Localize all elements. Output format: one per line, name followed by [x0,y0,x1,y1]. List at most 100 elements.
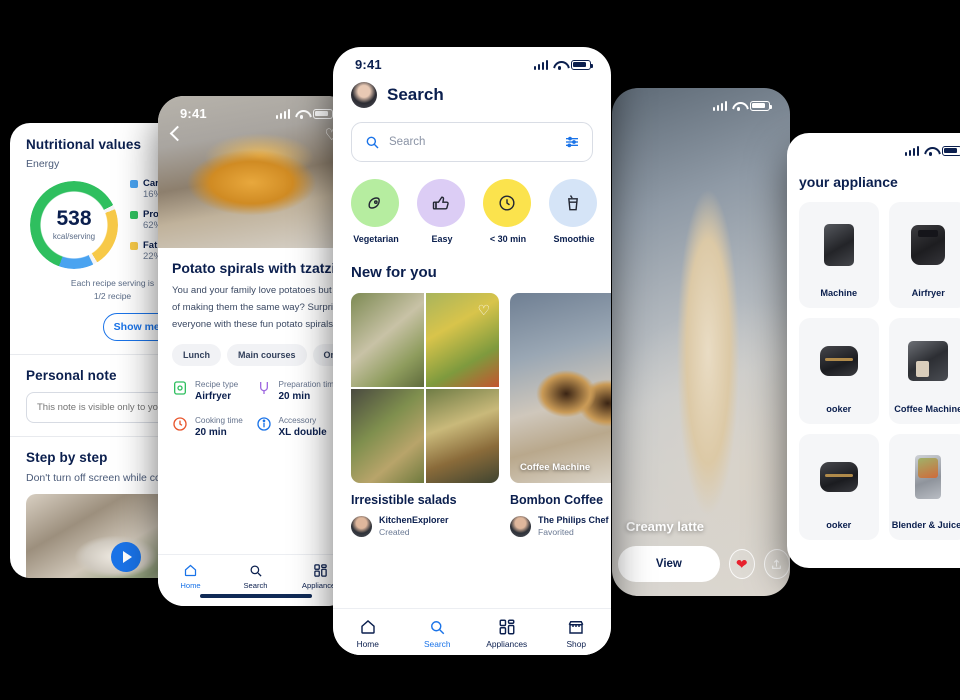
status-bar: 9:41 [787,133,960,160]
appliance-card[interactable]: ooker [799,318,879,424]
card-title: Bombon Coffee [510,493,604,507]
battery-icon [942,145,960,156]
tab-appliances[interactable]: Appliances [472,618,542,649]
tab-search[interactable]: Search [223,563,288,590]
meta-label: Accessory [278,416,317,426]
latte-caption: Creamy latte [626,519,705,534]
appliance-image [799,318,879,404]
cellular-icon [904,145,919,156]
appliance-card[interactable]: Airfryer [888,202,960,308]
category-vegetarian[interactable]: Vegetarian [351,179,401,244]
appliance-card[interactable]: ooker [799,434,879,540]
search-bar[interactable] [351,122,593,162]
panel-appliances: 9:41 your appliance Machine Airfryer ook… [787,133,960,568]
status-icons [904,145,960,156]
avatar [510,515,531,537]
category-label: Vegetarian [353,234,399,244]
battery-icon [313,108,335,119]
appliance-image [799,202,879,288]
tab-label: Home [356,639,379,649]
card-title: Irresistible salads [351,493,457,507]
tab-home[interactable]: Home [158,563,223,590]
recipe-card-salads[interactable]: ♡ Irresistible salads KitchenExplorer Cr… [351,293,499,537]
favorite-button[interactable]: ❤ [728,549,755,579]
category-label: Smoothie [553,234,595,244]
cellular-icon [533,59,548,70]
appliance-card[interactable]: Coffee Machine [888,318,960,424]
bottom-nav: Home Search Appliances Shop [333,608,611,655]
category-under-30-min[interactable]: < 30 min [483,179,533,244]
leaf-icon [368,197,380,209]
card-caption: Coffee Machine [520,462,591,473]
recipe-card-bombon-coffee[interactable]: Coffee Machine Bombon Coffee The Philips… [510,293,611,537]
status-bar: 9:41 [158,96,353,123]
status-bar: 9:41 [612,88,790,115]
meta-label: Preparation time [278,380,339,390]
share-icon [772,558,782,569]
battery-icon [571,59,593,70]
category-label: < 30 min [489,234,527,244]
category-circle [417,179,465,227]
category-circle [483,179,531,227]
back-icon[interactable] [169,125,186,142]
card-author: The Philips Chef Favorited [510,515,611,537]
share-button[interactable] [763,549,790,579]
tab-label: Shop [566,639,587,649]
wifi-icon [924,146,937,156]
meta-recipe-type: Recipe type Airfryer [172,380,256,402]
view-button[interactable]: View [618,546,720,582]
card-thumbnail: Coffee Machine [510,293,611,483]
recipe-description-line3: everyone with these fun potato spirals [172,318,334,330]
chip-lunch[interactable]: Lunch [172,344,221,367]
appliance-label: Machine [820,288,858,298]
tab-shop[interactable]: Shop [542,618,612,649]
meta-value: 20 min [195,427,227,439]
legend-swatch-fat [130,241,138,250]
legend-swatch-protein [130,210,138,219]
category-circle [351,179,399,227]
appliance-image [889,202,960,288]
author-relation: Created [379,527,410,537]
meta-value: Airfryer [195,391,232,403]
meta-value: XL double [278,427,327,439]
status-bar: 9:41 [333,47,611,74]
latte-bottom-bar: Creamy latte View ❤ [612,519,790,596]
search-icon [366,136,379,149]
search-input[interactable] [389,136,555,148]
category-easy[interactable]: Easy [417,179,467,244]
panel-recipe-detail: 9:41 ♡ Potato spirals with tzatziki You … [158,96,353,606]
status-icons [533,59,593,70]
macros-donut-chart: 538 kcal/serving [30,180,118,269]
play-icon[interactable] [111,541,141,572]
appliance-label: Coffee Machine [894,404,960,414]
prep-icon [256,380,272,396]
tab-home[interactable]: Home [333,618,403,649]
author-relation: Favorited [538,527,574,537]
appliance-label: ooker [826,520,852,530]
legend-swatch-carbs [130,179,138,188]
battery-icon [750,100,772,111]
meta-value: 20 min [278,391,311,403]
wifi-icon [553,60,566,70]
status-icons [275,108,335,119]
recipe-meta-grid: Recipe type Airfryer Preparation time 20… [172,380,339,438]
composition-stage: Nutritional values Energy 538 kcal/servi… [0,0,960,700]
recipe-hero-image: 9:41 ♡ [158,96,353,248]
recipe-title: Potato spirals with tzatziki [172,260,339,276]
category-smoothie[interactable]: Smoothie [549,179,599,244]
status-time: 9:41 [355,57,382,72]
panel-search: 9:41 Search Search Vegetarian Easy < 30 … [333,47,611,655]
filter-sliders-icon[interactable] [564,134,580,150]
recipe-card-list: ♡ Irresistible salads KitchenExplorer Cr… [333,281,611,537]
cellular-icon [712,100,727,111]
author-name: The Philips Chef [538,515,609,525]
favorite-heart-icon[interactable]: ♡ [477,302,490,319]
tab-search[interactable]: Search [403,618,473,649]
cellular-icon [275,108,290,119]
smoothie-icon [568,195,578,211]
kcal-unit: kcal/serving [52,232,96,241]
chip-main-courses[interactable]: Main courses [227,344,307,367]
appliance-card[interactable]: Blender & Juicer [888,434,960,540]
appliance-card[interactable]: Machine [799,202,879,308]
avatar[interactable] [351,82,377,108]
